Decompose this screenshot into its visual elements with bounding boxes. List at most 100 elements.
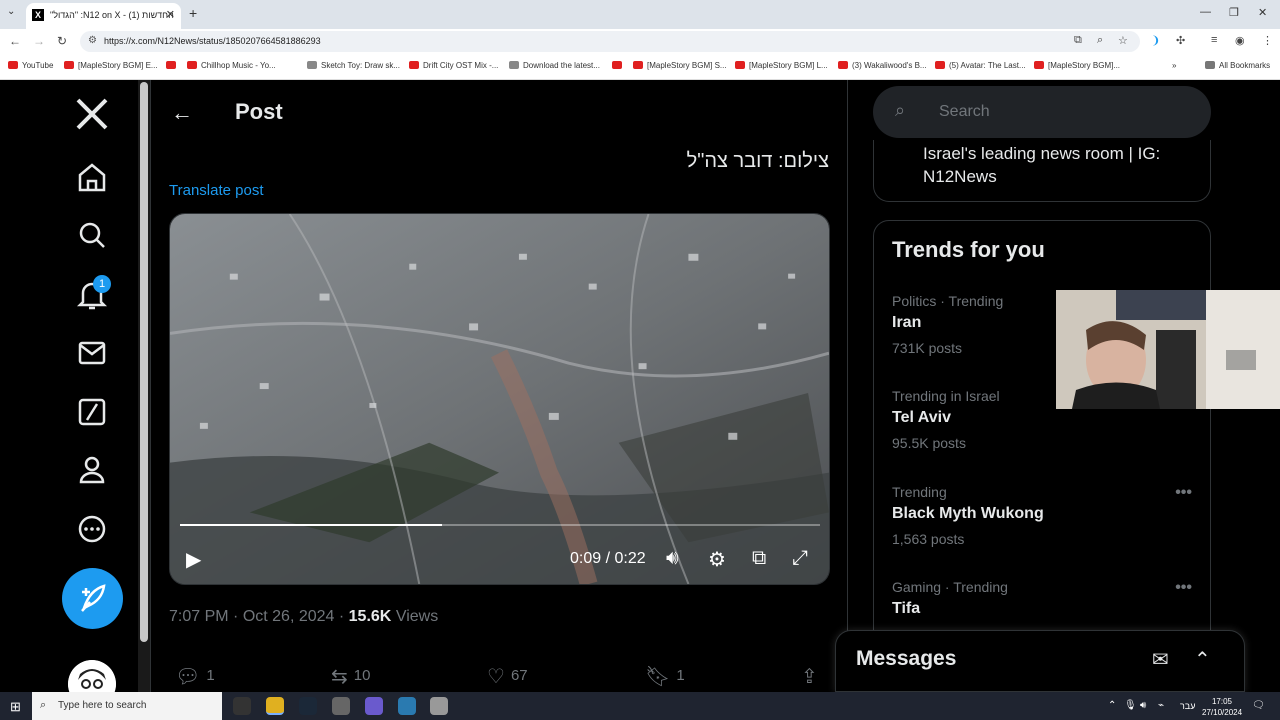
youtube-icon — [633, 61, 643, 69]
settings-gear-icon[interactable]: ⚙ — [708, 547, 726, 572]
reload-icon[interactable]: ↻ — [57, 34, 67, 48]
tray-expand-icon[interactable]: ⌃ — [1108, 700, 1116, 711]
search-input[interactable]: ⌕ Search — [873, 86, 1211, 138]
bookmark-item[interactable]: Chillhop Music - Yo... — [187, 61, 276, 70]
forward-icon[interactable]: → — [33, 34, 45, 48]
taskbar-app-icon[interactable] — [430, 697, 448, 715]
volume-icon[interactable]: 🔊︎ — [666, 547, 679, 570]
post-date[interactable]: Oct 26, 2024 — [243, 608, 335, 625]
more-options-icon[interactable] — [72, 509, 112, 549]
browser-tab-active[interactable]: X "הגדול" :N12 on X - החדשות (1) ✕ — [26, 3, 181, 29]
views-count: 15.6K — [348, 608, 392, 625]
extensions-puzzle-icon[interactable]: ✣ — [1176, 34, 1185, 47]
fullscreen-icon[interactable]: ⤢ — [792, 547, 808, 570]
new-tab-icon[interactable]: + — [189, 5, 197, 21]
bookmark-item[interactable]: YouTube — [8, 61, 53, 70]
webcam-overlay — [1056, 290, 1280, 409]
grok-icon[interactable] — [72, 392, 112, 432]
messages-mail-icon[interactable] — [72, 333, 112, 373]
microphone-icon[interactable]: 🎙︎ — [1124, 700, 1137, 711]
system-clock[interactable]: 17:05 27/10/2024 — [1202, 696, 1242, 718]
chrome-icon[interactable] — [266, 697, 284, 715]
restore-icon[interactable]: ❐ — [1229, 6, 1239, 19]
expand-drawer-icon[interactable]: ⌃ — [1194, 647, 1211, 672]
bookmark-item[interactable]: (3) Wakaliwood's B... — [838, 61, 927, 70]
like-button[interactable]: ♡ 67 — [487, 664, 528, 689]
network-icon[interactable]: ⌁ — [1158, 700, 1164, 711]
input-language[interactable]: עבר — [1180, 701, 1195, 711]
account-bio: Israel's leading news room | IG: N12News — [923, 144, 1161, 186]
minimize-icon[interactable]: — — [1200, 6, 1211, 18]
browser-toolbar: ← → ↻ ⚙ https://x.com/N12News/status/185… — [0, 29, 1280, 54]
browser-menu-icon[interactable]: ⋮ — [1262, 34, 1273, 47]
reading-list-icon[interactable]: ≡ — [1211, 34, 1217, 46]
bookmark-item[interactable]: [MapleStory BGM] L... — [735, 61, 828, 70]
repost-icon: ⇆ — [331, 666, 348, 688]
x-logo-icon[interactable] — [72, 94, 112, 134]
home-icon[interactable] — [72, 157, 112, 197]
youtube-icon — [64, 61, 74, 69]
steam-icon[interactable] — [299, 697, 317, 715]
windows-start-icon[interactable]: ⊞ — [10, 699, 21, 715]
bookmark-star-icon[interactable]: ☆ — [1118, 34, 1128, 47]
bookmark-item[interactable]: (5) Avatar: The Last... — [935, 61, 1026, 70]
messages-title: Messages — [856, 647, 957, 670]
taskbar-search-icon: ⌕ — [40, 699, 47, 711]
bookmark-item[interactable]: Download the latest... — [509, 61, 600, 70]
volume-tray-icon[interactable]: 🔊︎ — [1140, 700, 1146, 711]
taskbar-app-icon[interactable] — [332, 697, 350, 715]
reply-button[interactable]: 💬︎ 1 — [175, 664, 215, 689]
scrollbar-thumb[interactable] — [140, 82, 148, 642]
youtube-icon — [409, 61, 419, 69]
bookmark-item[interactable]: [MapleStory BGM] E... — [64, 61, 158, 70]
zoom-icon[interactable]: ⌕ — [1097, 34, 1103, 47]
share-button[interactable]: ⇪ — [801, 664, 824, 689]
address-bar[interactable]: ⚙ https://x.com/N12News/status/185020766… — [80, 31, 1140, 52]
video-player[interactable]: ▶ 0:09 / 0:22 🔊︎ ⚙ ⧉ ⤢ — [169, 213, 830, 585]
bookmark-item[interactable] — [612, 61, 626, 70]
notification-center-icon[interactable]: 🗨︎ — [1252, 700, 1265, 711]
bookmark-item[interactable] — [166, 61, 180, 70]
translate-post-link[interactable]: Translate post — [169, 182, 264, 199]
site-info-icon[interactable]: ⚙ — [88, 35, 97, 46]
download-icon — [509, 61, 519, 69]
bookmark-item[interactable]: Sketch Toy: Draw sk... — [307, 61, 400, 70]
all-bookmarks[interactable]: All Bookmarks — [1205, 61, 1270, 70]
taskbar-search[interactable]: ⌕ Type here to search — [32, 692, 222, 720]
trend-more-icon[interactable]: ••• — [1175, 484, 1192, 502]
youtube-icon — [166, 61, 176, 69]
install-app-icon[interactable]: ⧉ — [1074, 34, 1082, 47]
x-favicon-icon: X — [32, 9, 44, 21]
post-time[interactable]: 7:07 PM — [169, 608, 229, 625]
tab-list-icon[interactable]: ⌄ — [7, 6, 15, 17]
video-progress-track[interactable] — [180, 524, 820, 526]
compose-post-button[interactable] — [62, 568, 123, 629]
youtube-icon — [8, 61, 18, 69]
messages-drawer[interactable]: Messages ✉ ⌃ — [835, 630, 1245, 692]
bookmark-item[interactable]: [MapleStory BGM] S... — [633, 61, 727, 70]
bookmark-item[interactable]: Drift City OST Mix -... — [409, 61, 498, 70]
window-close-icon[interactable]: ✕ — [1258, 6, 1267, 19]
extension-icon[interactable]: ❩ — [1151, 34, 1160, 47]
youtube-icon — [838, 61, 848, 69]
play-icon[interactable]: ▶ — [186, 547, 201, 572]
back-arrow-icon[interactable]: ← — [171, 100, 193, 126]
trend-item[interactable]: Trending Black Myth Wukong 1,563 posts •… — [892, 484, 1192, 547]
bookmark-button[interactable]: 🔖︎ 1 — [645, 664, 685, 689]
repost-button[interactable]: ⇆ 10 — [331, 664, 370, 689]
picture-in-picture-icon[interactable]: ⧉ — [752, 547, 766, 570]
close-tab-icon[interactable]: ✕ — [166, 8, 175, 21]
more-bookmarks-icon[interactable]: » — [1172, 61, 1176, 70]
taskbar-app-icon[interactable] — [398, 697, 416, 715]
bookmark-item[interactable]: [MapleStory BGM]... — [1034, 61, 1120, 70]
trend-item[interactable]: Gaming · Trending Tifa ••• — [892, 579, 1192, 618]
taskbar-app-icon[interactable] — [233, 697, 251, 715]
trend-more-icon[interactable]: ••• — [1175, 579, 1192, 597]
new-message-icon[interactable]: ✉ — [1152, 647, 1169, 672]
discord-icon[interactable] — [365, 697, 383, 715]
back-icon[interactable]: ← — [9, 34, 21, 48]
explore-search-icon[interactable] — [72, 215, 112, 255]
profile-avatar-icon[interactable]: ◉ — [1235, 34, 1245, 47]
trends-title: Trends for you — [892, 237, 1045, 262]
profile-icon[interactable] — [72, 450, 112, 490]
